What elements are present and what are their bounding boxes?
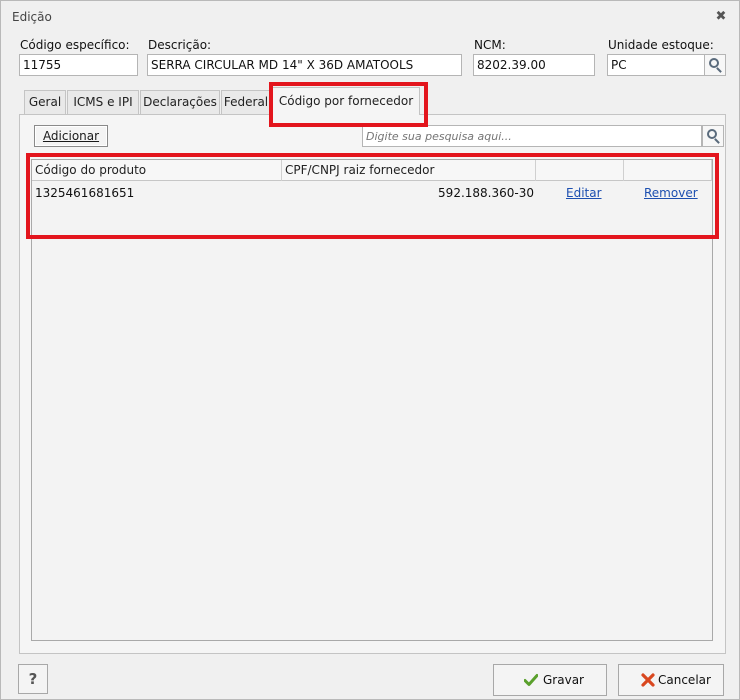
tab-label: Geral [28, 95, 62, 109]
unidade-lookup-button[interactable] [704, 54, 726, 76]
tab-label: Código por fornecedor [278, 94, 414, 108]
column-header-codigo[interactable]: Código do produto [32, 160, 282, 181]
codigo-label: Código específico: [20, 38, 130, 52]
help-button[interactable]: ? [18, 664, 48, 694]
remove-link[interactable]: Remover [644, 182, 698, 204]
window-title: Edição [12, 10, 52, 24]
table-row[interactable]: 1325461681651 592.188.360-30 Editar Remo… [32, 182, 712, 204]
save-button[interactable]: Gravar [493, 664, 607, 696]
tab-label: Federal [223, 95, 269, 109]
ncm-label: NCM: [474, 38, 506, 52]
column-header-edit [536, 160, 624, 181]
column-header-cnpj[interactable]: CPF/CNPJ raiz fornecedor [282, 160, 536, 181]
help-label: ? [28, 670, 38, 688]
tab-declaracoes[interactable]: Declarações [140, 90, 220, 114]
cancel-button[interactable]: Cancelar [618, 664, 724, 696]
descricao-field[interactable] [147, 54, 462, 76]
tab-label: Declarações [143, 95, 217, 109]
unidade-field[interactable] [607, 54, 705, 76]
cell-codigo: 1325461681651 [35, 186, 135, 200]
search-input[interactable] [362, 125, 702, 147]
ncm-field[interactable] [473, 54, 595, 76]
tab-federal[interactable]: Federal [221, 90, 271, 114]
tab-icms-ipi[interactable]: ICMS e IPI [67, 90, 139, 114]
edit-dialog: Edição ✖ Código específico: Descrição: N… [0, 0, 740, 700]
grid-header: Código do produto CPF/CNPJ raiz forneced… [32, 160, 712, 181]
cancel-label: Cancelar [658, 673, 711, 687]
supplier-code-grid: Código do produto CPF/CNPJ raiz forneced… [31, 159, 713, 641]
unidade-label: Unidade estoque: [608, 38, 714, 52]
add-button[interactable]: Adicionar [34, 125, 108, 147]
tab-codigo-por-fornecedor[interactable]: Código por fornecedor [272, 87, 420, 115]
x-icon [641, 673, 655, 687]
save-label: Gravar [543, 673, 584, 687]
edit-link[interactable]: Editar [566, 182, 602, 204]
cell-cnpj: 592.188.360-30 [438, 186, 534, 200]
codigo-field[interactable] [19, 54, 138, 76]
tab-geral[interactable]: Geral [24, 90, 66, 114]
check-icon [524, 674, 538, 686]
column-header-remove [624, 160, 712, 181]
search-button[interactable] [702, 125, 724, 147]
title-bar: Edição ✖ [1, 1, 739, 33]
descricao-label: Descrição: [148, 38, 212, 52]
close-icon[interactable]: ✖ [711, 8, 731, 26]
add-button-label: Adicionar [42, 129, 100, 143]
tab-label: ICMS e IPI [73, 95, 133, 109]
